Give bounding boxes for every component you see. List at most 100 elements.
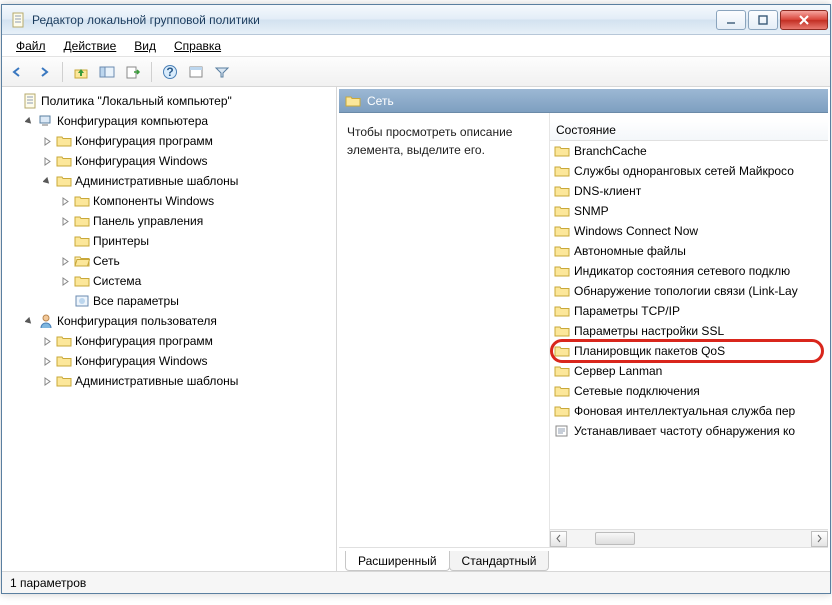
scroll-thumb[interactable] — [595, 532, 635, 545]
tree-label: Компоненты Windows — [93, 194, 214, 208]
folder-icon — [554, 364, 570, 378]
tab-standard[interactable]: Стандартный — [449, 551, 550, 571]
category-header: Сеть — [339, 89, 828, 113]
collapse-icon[interactable] — [42, 176, 53, 187]
properties-button[interactable] — [184, 60, 208, 84]
folder-icon — [56, 174, 72, 188]
list-item[interactable]: BranchCache — [550, 141, 828, 161]
tree-label: Сеть — [93, 254, 120, 268]
expander-icon[interactable] — [60, 296, 71, 307]
expand-icon[interactable] — [42, 156, 53, 167]
expand-icon[interactable] — [42, 376, 53, 387]
computer-icon — [38, 114, 54, 128]
window-title: Редактор локальной групповой политики — [32, 13, 716, 27]
tree-comp-windows[interactable]: Конфигурация Windows — [8, 151, 336, 171]
horizontal-scrollbar[interactable] — [550, 529, 828, 547]
item-label: Индикатор состояния сетевого подклю — [574, 264, 790, 278]
folder-icon — [56, 354, 72, 368]
scroll-track[interactable] — [567, 531, 811, 547]
description-column: Чтобы просмотреть описание элемента, выд… — [339, 113, 549, 547]
list-item-setting[interactable]: Устанавливает частоту обнаружения ко — [550, 421, 828, 441]
expand-icon[interactable] — [60, 256, 71, 267]
status-bar: 1 параметров — [2, 571, 830, 593]
tab-extended[interactable]: Расширенный — [345, 551, 450, 571]
scroll-left-button[interactable] — [550, 531, 567, 547]
forward-button[interactable] — [32, 60, 56, 84]
tree-adm-system[interactable]: Система — [8, 271, 336, 291]
folder-icon — [74, 234, 90, 248]
filter-button[interactable] — [210, 60, 234, 84]
list-item[interactable]: Сервер Lanman — [550, 361, 828, 381]
expand-icon[interactable] — [42, 136, 53, 147]
folder-icon — [554, 304, 570, 318]
close-button[interactable] — [780, 10, 828, 30]
tree-comp-software[interactable]: Конфигурация программ — [8, 131, 336, 151]
menu-help[interactable]: Справка — [166, 37, 229, 55]
description-text: Чтобы просмотреть описание элемента, выд… — [347, 125, 512, 157]
expand-icon[interactable] — [42, 336, 53, 347]
tree-computer-config[interactable]: Конфигурация компьютера — [8, 111, 336, 131]
item-label: Обнаружение топологии связи (Link-Lay — [574, 284, 798, 298]
help-button[interactable]: ? — [158, 60, 182, 84]
items-list[interactable]: BranchCache Службы одноранговых сетей Ма… — [550, 141, 828, 529]
tree-user-software[interactable]: Конфигурация программ — [8, 331, 336, 351]
list-item[interactable]: Параметры настройки SSL — [550, 321, 828, 341]
svg-text:?: ? — [166, 65, 173, 79]
tree-comp-adm[interactable]: Административные шаблоны — [8, 171, 336, 191]
item-label: Автономные файлы — [574, 244, 686, 258]
list-item[interactable]: Фоновая интеллектуальная служба пер — [550, 401, 828, 421]
back-button[interactable] — [6, 60, 30, 84]
up-folder-button[interactable] — [69, 60, 93, 84]
list-item[interactable]: Параметры TCP/IP — [550, 301, 828, 321]
item-label: Сетевые подключения — [574, 384, 700, 398]
tree-adm-printers[interactable]: Принтеры — [8, 231, 336, 251]
column-header-state[interactable]: Состояние — [550, 119, 828, 141]
tree-user-windows[interactable]: Конфигурация Windows — [8, 351, 336, 371]
list-item[interactable]: Автономные файлы — [550, 241, 828, 261]
tree-label: Политика "Локальный компьютер" — [41, 94, 232, 108]
collapse-icon[interactable] — [24, 316, 35, 327]
menu-file[interactable]: Файл — [8, 37, 54, 55]
minimize-button[interactable] — [716, 10, 746, 30]
show-hide-tree-button[interactable] — [95, 60, 119, 84]
tree-adm-all[interactable]: Все параметры — [8, 291, 336, 311]
scroll-right-button[interactable] — [811, 531, 828, 547]
tree-adm-cp[interactable]: Панель управления — [8, 211, 336, 231]
tree-user-adm[interactable]: Административные шаблоны — [8, 371, 336, 391]
list-item-qos[interactable]: Планировщик пакетов QoS — [550, 341, 828, 361]
list-item[interactable]: SNMP — [550, 201, 828, 221]
list-item[interactable]: Индикатор состояния сетевого подклю — [550, 261, 828, 281]
list-item[interactable]: Сетевые подключения — [550, 381, 828, 401]
list-item[interactable]: DNS-клиент — [550, 181, 828, 201]
tree-label: Административные шаблоны — [75, 374, 238, 388]
list-item[interactable]: Обнаружение топологии связи (Link-Lay — [550, 281, 828, 301]
menu-action[interactable]: Действие — [56, 37, 125, 55]
menu-view[interactable]: Вид — [126, 37, 164, 55]
tree-user-config[interactable]: Конфигурация пользователя — [8, 311, 336, 331]
nav-tree[interactable]: Политика "Локальный компьютер" Конфигура… — [2, 87, 337, 571]
tree-adm-components[interactable]: Компоненты Windows — [8, 191, 336, 211]
expand-icon[interactable] — [42, 356, 53, 367]
toolbar: ? — [2, 57, 830, 87]
collapse-icon[interactable] — [24, 116, 35, 127]
expand-icon[interactable] — [60, 216, 71, 227]
tree-adm-network[interactable]: Сеть — [8, 251, 336, 271]
tree-root[interactable]: Политика "Локальный компьютер" — [8, 91, 336, 111]
folder-icon — [554, 204, 570, 218]
list-area: Чтобы просмотреть описание элемента, выд… — [339, 113, 828, 547]
expander-icon[interactable] — [60, 236, 71, 247]
expander-icon[interactable] — [8, 96, 19, 107]
tree-label: Конфигурация Windows — [75, 154, 208, 168]
export-list-button[interactable] — [121, 60, 145, 84]
list-item[interactable]: Службы одноранговых сетей Майкросо — [550, 161, 828, 181]
expand-icon[interactable] — [60, 276, 71, 287]
list-item[interactable]: Windows Connect Now — [550, 221, 828, 241]
tree-label: Административные шаблоны — [75, 174, 238, 188]
folder-open-icon — [74, 254, 90, 268]
policy-icon — [22, 93, 38, 109]
expand-icon[interactable] — [60, 196, 71, 207]
folder-icon — [554, 144, 570, 158]
item-label: Устанавливает частоту обнаружения ко — [574, 424, 795, 438]
folder-icon — [554, 384, 570, 398]
maximize-button[interactable] — [748, 10, 778, 30]
